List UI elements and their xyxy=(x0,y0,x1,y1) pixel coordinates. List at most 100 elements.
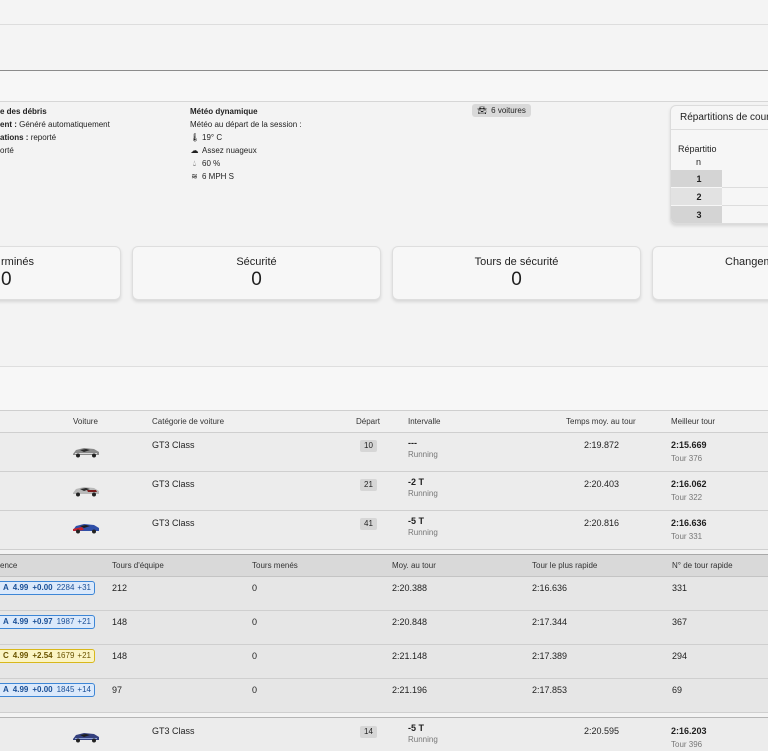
weather-sky: ☁ Assez nuageux xyxy=(190,146,257,155)
debris-generation: ent : Généré automatiquement xyxy=(0,120,110,129)
fastest-lap-number: 367 xyxy=(672,617,688,627)
licence-class: A xyxy=(3,685,9,694)
fastest-lap-number: 294 xyxy=(672,651,688,661)
top-band xyxy=(0,0,768,71)
avg-lap-time: 2:20.816 xyxy=(584,518,620,528)
laps-led: 0 xyxy=(252,685,258,695)
avg-lap: 2:21.148 xyxy=(392,651,428,661)
safety-rating-delta: +0.00 xyxy=(32,685,53,694)
col-fastest-lap[interactable]: Tour le plus rapide xyxy=(532,561,597,570)
status: Running xyxy=(408,528,438,537)
best-lap-number: Tour 331 xyxy=(671,532,703,541)
driver-row[interactable]: A 4.99 +0.00 2284 +31 212 0 2:20.388 2:16.63… xyxy=(0,577,768,611)
section-gap xyxy=(0,71,768,101)
interval: -5 T xyxy=(408,516,425,526)
interval: -2 T xyxy=(408,477,425,487)
irating: 1987 xyxy=(56,617,75,626)
laps-led: 0 xyxy=(252,617,258,627)
col-start[interactable]: Départ xyxy=(356,417,380,426)
section-gap xyxy=(0,367,768,411)
driver-row[interactable]: A 4.99 +0.00 1845 +14 97 0 2:21.196 2:17.853… xyxy=(0,679,768,713)
table-row[interactable]: GT3 Class 21 -2 T Running 2:20.403 2:16.… xyxy=(0,472,768,511)
team-laps: 97 xyxy=(112,685,123,695)
irating: 1679 xyxy=(56,651,75,660)
best-lap-time: 2:16.062 xyxy=(671,479,707,489)
divider xyxy=(722,187,768,188)
cars-count-badge: 🚘︎ 6 voitures xyxy=(472,104,531,117)
irating-delta: +14 xyxy=(77,685,91,694)
col-car[interactable]: Voiture xyxy=(73,417,98,426)
car-livery-icon xyxy=(73,524,99,534)
col-licence[interactable]: ence xyxy=(0,561,17,570)
weather-title: Météo dynamique xyxy=(190,107,258,116)
table-row[interactable]: GT3 Class 41 -5 T Running 2:20.816 2:16.… xyxy=(0,511,768,550)
car-category: GT3 Class xyxy=(152,726,195,736)
table-row[interactable]: GT3 Class 10 --- Running 2:19.872 2:15.6… xyxy=(0,433,768,472)
debris-line3: orté xyxy=(0,146,14,155)
licence-class: A xyxy=(3,583,9,592)
col-avg-lap[interactable]: Temps moy. au tour xyxy=(566,417,636,426)
debris-notifications: ations : reporté xyxy=(0,133,57,142)
driver-row[interactable]: A 4.99 +0.97 1987 +21 148 0 2:20.848 2:17.34… xyxy=(0,611,768,645)
col-fastest-lap-no[interactable]: N° de tour rapide xyxy=(672,561,733,570)
stat-card-safety: Sécurité 0 xyxy=(132,246,381,300)
stat-title: Sécurité xyxy=(236,256,277,268)
divider xyxy=(0,101,768,102)
licence-badge: A 4.99 +0.00 2284 +31 xyxy=(0,581,95,595)
weather-subtitle: Météo au départ de la session : xyxy=(190,120,302,129)
table-row[interactable]: GT3 Class 14 -5 T Running 2:20.595 2:16.… xyxy=(0,717,768,751)
laps-led: 0 xyxy=(252,583,258,593)
best-lap-number: Tour 396 xyxy=(671,740,703,749)
avg-lap-time: 2:20.595 xyxy=(584,726,620,736)
fastest-lap: 2:17.344 xyxy=(532,617,568,627)
car-category: GT3 Class xyxy=(152,479,195,489)
thermometer-icon: 🌡︎ xyxy=(190,133,201,142)
licence-badge: C 4.99 +2.54 1679 +21 xyxy=(0,649,95,663)
licence-class: A xyxy=(3,617,9,626)
licence-class: C xyxy=(3,651,9,660)
start-position-badge: 14 xyxy=(360,726,377,738)
distribution-subtitle: Répartitio xyxy=(678,144,717,154)
licence-badge: A 4.99 +0.00 1845 +14 xyxy=(0,683,95,697)
debris-title: e des débris xyxy=(0,107,47,116)
best-lap-time: 2:16.636 xyxy=(671,518,707,528)
col-category[interactable]: Catégorie de voiture xyxy=(152,417,224,426)
divider xyxy=(671,129,768,130)
start-position-badge: 41 xyxy=(360,518,377,530)
safety-rating: 4.99 xyxy=(12,651,29,660)
avg-lap: 2:20.848 xyxy=(392,617,428,627)
divider xyxy=(0,24,768,25)
safety-rating: 4.99 xyxy=(12,685,29,694)
fastest-lap-number: 69 xyxy=(672,685,683,695)
distribution-panel: Répartitions de cours Répartitio n 1 2 3 xyxy=(670,105,768,224)
weather-temperature: 🌡︎ 19° C xyxy=(190,133,223,142)
start-position-badge: 21 xyxy=(360,479,377,491)
col-avg[interactable]: Moy. au tour xyxy=(392,561,436,570)
irating-delta: +31 xyxy=(77,583,91,592)
col-team-laps[interactable]: Tours d'équipe xyxy=(112,561,164,570)
stat-value: 0 xyxy=(1,269,12,290)
stat-card-safety-laps: Tours de sécurité 0 xyxy=(392,246,641,300)
fastest-lap: 2:17.853 xyxy=(532,685,568,695)
driver-row[interactable]: C 4.99 +2.54 1679 +21 148 0 2:21.148 2:17.38… xyxy=(0,645,768,679)
split-number[interactable]: 2 xyxy=(671,192,727,202)
safety-rating-delta: +0.00 xyxy=(32,583,53,592)
weather-humidity: 💧︎ 60 % xyxy=(190,157,220,170)
droplets-icon: 💧︎ xyxy=(192,159,197,168)
safety-rating-delta: +0.97 xyxy=(32,617,53,626)
car-livery-icon xyxy=(73,733,99,743)
start-position-badge: 10 xyxy=(360,440,377,452)
col-best-lap[interactable]: Meilleur tour xyxy=(671,417,715,426)
wind-icon: ≋ xyxy=(191,172,198,181)
avg-lap-time: 2:19.872 xyxy=(584,440,620,450)
avg-lap: 2:20.388 xyxy=(392,583,428,593)
status: Running xyxy=(408,735,438,744)
fastest-lap: 2:17.389 xyxy=(532,651,568,661)
split-number[interactable]: 1 xyxy=(671,174,727,184)
split-number[interactable]: 3 xyxy=(671,210,727,220)
col-interval[interactable]: Intervalle xyxy=(408,417,440,426)
team-laps: 148 xyxy=(112,617,128,627)
col-laps-led[interactable]: Tours menés xyxy=(252,561,298,570)
licence-badge: A 4.99 +0.97 1987 +21 xyxy=(0,615,95,629)
irating-delta: +21 xyxy=(77,651,91,660)
